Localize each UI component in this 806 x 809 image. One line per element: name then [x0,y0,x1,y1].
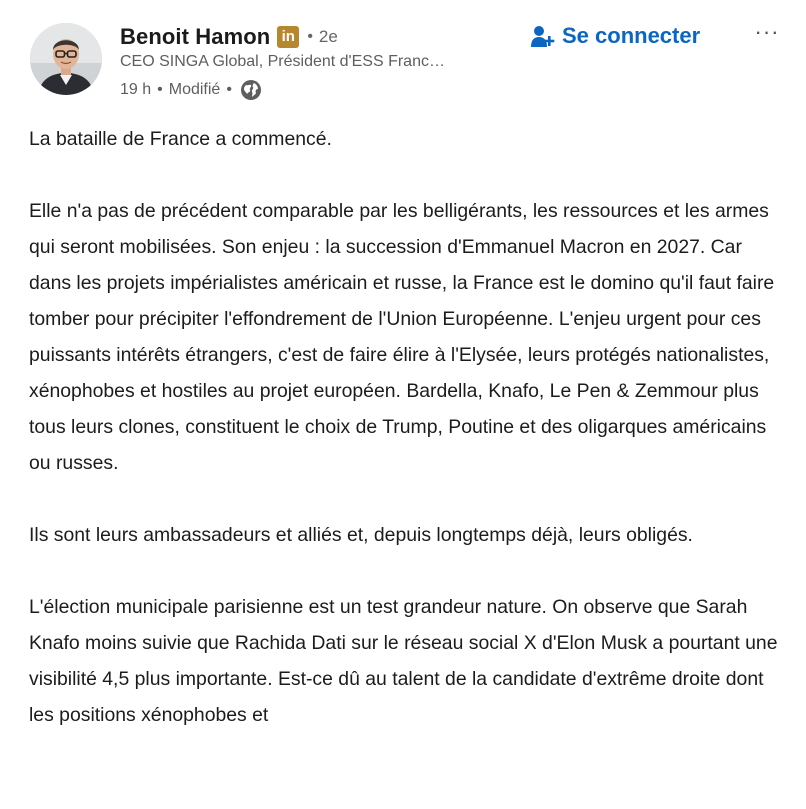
author-headline: CEO SINGA Global, Président d'ESS Franc… [120,53,445,70]
post-text: La bataille de France a commencé. Elle n… [29,121,789,769]
post-paragraph: Ils sont leurs ambassadeurs et alliés et… [29,524,693,546]
edited-label: Modifié [168,81,221,98]
more-options-icon[interactable]: ··· [752,21,782,50]
separator-dot: • [157,81,163,98]
globe-icon [240,80,261,100]
connect-button[interactable]: Se connecter [530,20,700,52]
author-name[interactable]: Benoit Hamon [120,24,270,50]
separator-dot: • [307,28,313,45]
feed-post-card: Benoit Hamon in • 2e CEO SINGA Global, P… [0,0,806,809]
profile-photo-icon [30,23,102,95]
post-paragraph: Elle n'a pas de précédent comparable par… [29,200,775,474]
author-name-row: Benoit Hamon in • 2e [120,22,338,52]
post-paragraph: L'élection municipale parisienne est un … [29,596,778,726]
post-meta: 19 h • Modifié • [120,78,262,102]
connection-degree: 2e [318,27,338,46]
avatar[interactable] [30,23,102,95]
connect-label: Se connecter [562,23,701,48]
person-add-icon [531,26,555,47]
linkedin-premium-badge-icon: in [277,26,300,48]
post-time: 19 h [120,81,152,98]
separator-dot: • [226,81,232,98]
post-paragraph: La bataille de France a commencé. [29,128,332,150]
